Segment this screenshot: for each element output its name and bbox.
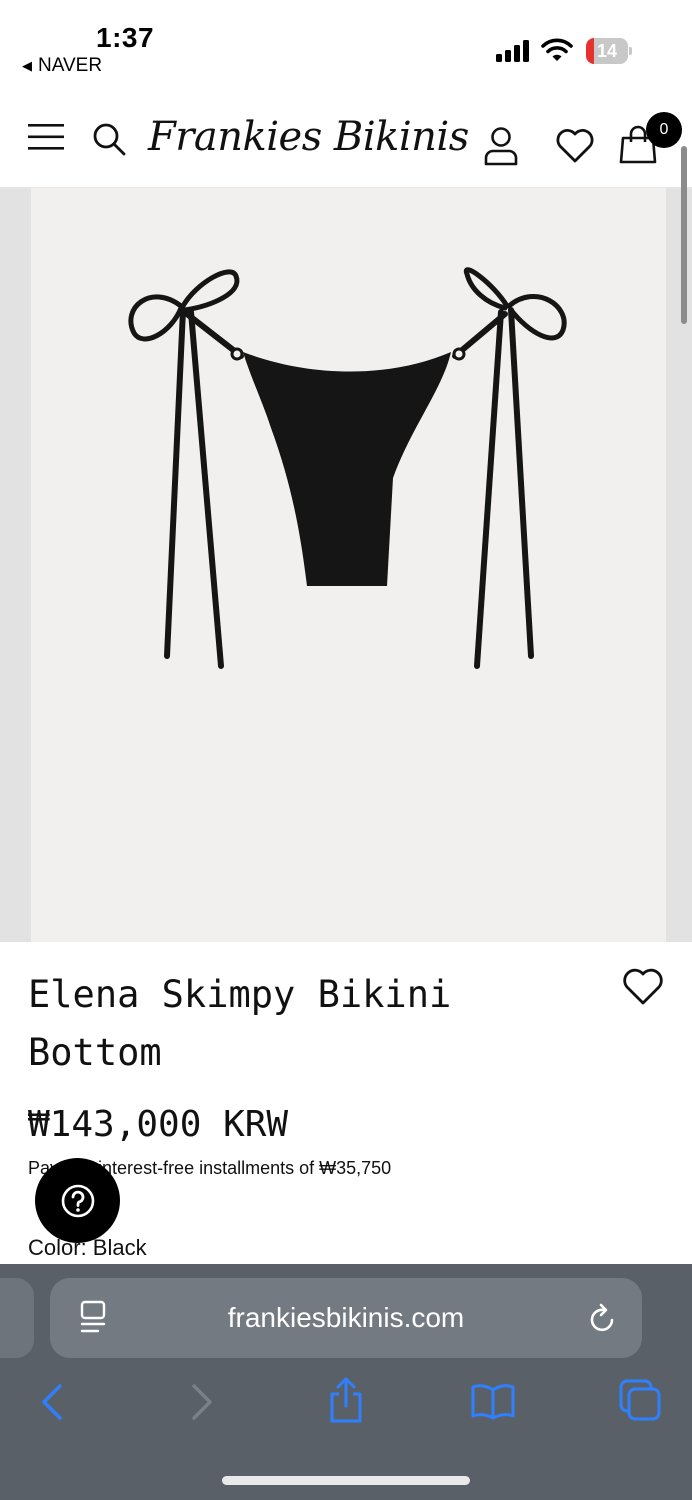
- cart-count-badge[interactable]: 0: [646, 112, 682, 148]
- battery-level: 14: [596, 41, 618, 61]
- wishlist-heart-icon[interactable]: [555, 126, 595, 164]
- previous-tab-peek[interactable]: [0, 1278, 34, 1358]
- home-indicator: [222, 1476, 470, 1485]
- bikini-bottom-illustration: [128, 267, 567, 669]
- share-icon[interactable]: [326, 1376, 366, 1424]
- search-icon[interactable]: [92, 122, 126, 156]
- back-app-label: NAVER: [38, 55, 103, 76]
- site-header: Frankies Bikinis 0: [0, 96, 692, 188]
- product-image: [31, 188, 666, 942]
- cellular-signal-icon: [496, 40, 529, 62]
- brand-logo[interactable]: Frankies Bikinis: [148, 114, 469, 160]
- back-triangle-icon: ◀: [22, 58, 32, 73]
- back-icon[interactable]: [38, 1382, 68, 1422]
- url-text[interactable]: frankiesbikinis.com: [50, 1302, 642, 1334]
- bookmarks-icon[interactable]: [470, 1382, 516, 1420]
- page-scrollbar[interactable]: [681, 146, 687, 324]
- address-bar[interactable]: frankiesbikinis.com: [50, 1278, 642, 1358]
- help-chat-button[interactable]: [35, 1158, 120, 1243]
- battery-indicator: 14: [586, 38, 632, 64]
- add-to-wishlist-heart-icon[interactable]: [622, 966, 664, 1006]
- wifi-icon: [541, 38, 573, 61]
- product-title: Elena Skimpy Bikini Bottom: [28, 973, 452, 1074]
- product-price: ₩143,000 KRW: [28, 1104, 289, 1145]
- status-time: 1:37: [96, 22, 155, 53]
- reload-icon[interactable]: [588, 1302, 618, 1334]
- status-bar: 1:37 ◀ NAVER 14: [0, 0, 692, 96]
- menu-icon[interactable]: [28, 122, 64, 152]
- account-icon[interactable]: [482, 126, 520, 166]
- back-to-app-link[interactable]: ◀ NAVER: [22, 55, 102, 77]
- forward-icon[interactable]: [186, 1382, 216, 1422]
- browser-toolbar: frankiesbikinis.com: [0, 1264, 692, 1500]
- product-gallery[interactable]: [0, 188, 692, 942]
- tabs-icon[interactable]: [618, 1378, 662, 1422]
- question-circle-icon: [61, 1184, 94, 1217]
